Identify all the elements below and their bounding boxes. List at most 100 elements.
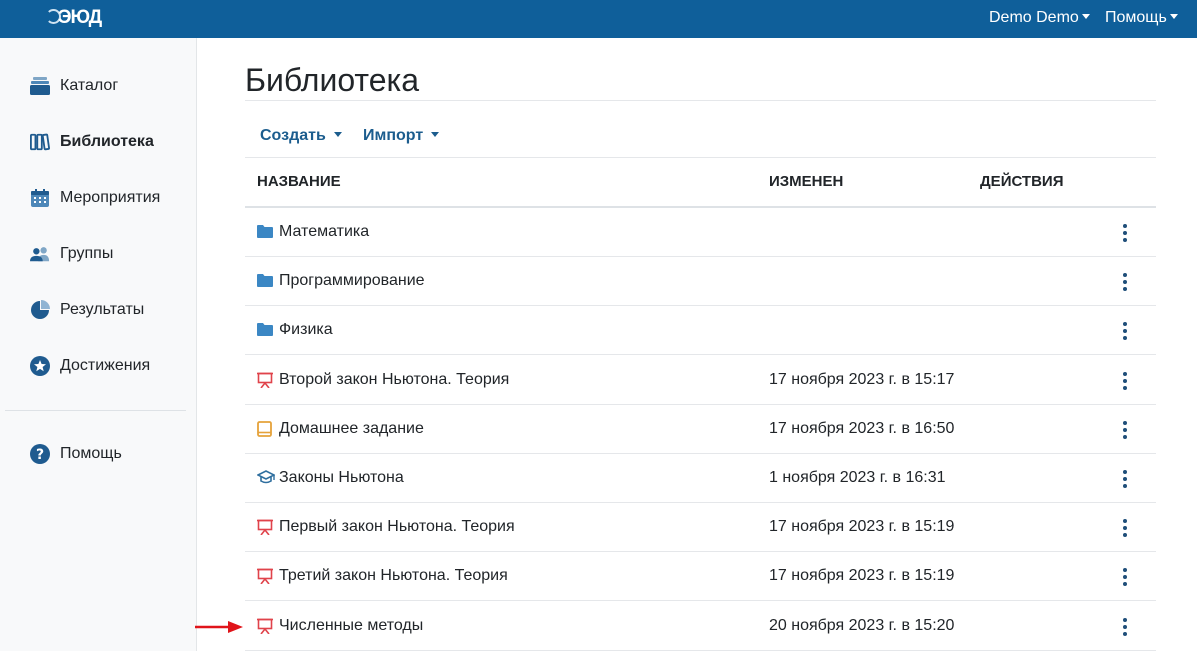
sidebar-item-groups[interactable]: Группы: [30, 242, 113, 266]
svg-text:?: ?: [36, 447, 44, 463]
title-divider: [245, 100, 1156, 101]
item-modified-date: 17 ноября 2023 г. в 16:50: [769, 420, 955, 437]
item-name-link[interactable]: Первый закон Ньютона. Теория: [279, 518, 515, 536]
user-menu-label: Demo Demo: [989, 9, 1079, 26]
kebab-dot-icon: [1123, 470, 1127, 474]
item-name-link[interactable]: Физика: [279, 321, 333, 339]
sidebar-item-library[interactable]: Библиотека: [30, 130, 154, 154]
help-menu-label: Помощь: [1105, 9, 1167, 26]
table-row[interactable]: Второй закон Ньютона. Теория 17 ноября 20…: [245, 356, 1156, 405]
caret-down-icon: [333, 132, 342, 137]
item-name-link[interactable]: Численные методы: [279, 617, 423, 635]
calendar-icon: [30, 188, 50, 208]
item-modified-date: 17 ноября 2023 г. в 15:19: [769, 567, 955, 584]
sidebar-item-results[interactable]: Результаты: [30, 298, 144, 322]
kebab-dot-icon: [1123, 533, 1127, 537]
sidebar-item-label: Каталог: [60, 77, 119, 94]
kebab-dot-icon: [1123, 224, 1127, 228]
kebab-dot-icon: [1123, 575, 1127, 579]
kebab-dot-icon: [1123, 568, 1127, 572]
sidebar-item-label: Группы: [60, 245, 114, 262]
table-row[interactable]: Программирование: [245, 257, 1156, 306]
item-name-link[interactable]: Законы Ньютона: [279, 469, 404, 487]
item-name-link[interactable]: Домашнее задание: [279, 420, 424, 438]
annotation-arrow-icon: [195, 621, 243, 633]
table-row[interactable]: Численные методы 20 ноября 2023 г. в 15:2…: [245, 602, 1156, 651]
page-title: Библиотека: [245, 62, 419, 98]
row-actions-button[interactable]: [1115, 517, 1135, 539]
item-name-link[interactable]: Математика: [279, 223, 369, 241]
item-modified-date: 17 ноября 2023 г. в 15:17: [769, 371, 955, 388]
kebab-dot-icon: [1123, 632, 1127, 636]
sidebar-item-events[interactable]: Мероприятия: [30, 186, 160, 210]
kebab-dot-icon: [1123, 379, 1127, 383]
item-modified-date: 17 ноября 2023 г. в 15:19: [769, 518, 955, 535]
import-button-label: Импорт: [363, 127, 424, 144]
table-row[interactable]: Домашнее задание 17 ноября 2023 г. в 16:5…: [245, 405, 1156, 454]
table-row[interactable]: Законы Ньютона 1 ноября 2023 г. в 16:31: [245, 454, 1156, 503]
sidebar-item-help[interactable]: ? Помощь: [30, 442, 122, 466]
kebab-dot-icon: [1123, 280, 1127, 284]
sidebar-item-catalog[interactable]: Каталог: [30, 74, 118, 98]
row-actions-button[interactable]: [1115, 370, 1135, 392]
folder-icon: [257, 224, 273, 240]
row-actions-button[interactable]: [1115, 616, 1135, 638]
toolbar-divider: [245, 157, 1156, 158]
folder-icon: [257, 322, 273, 338]
kebab-dot-icon: [1123, 526, 1127, 530]
kebab-dot-icon: [1123, 372, 1127, 376]
sidebar-item-label: Библиотека: [60, 133, 154, 150]
library-icon: [30, 132, 50, 152]
table-row[interactable]: Физика: [245, 306, 1156, 355]
sidebar-divider: [5, 410, 186, 411]
item-modified-date: 1 ноября 2023 г. в 16:31: [769, 469, 946, 486]
create-button[interactable]: Создать: [260, 127, 342, 145]
table-row[interactable]: Первый закон Ньютона. Теория 17 ноября 20…: [245, 503, 1156, 552]
kebab-dot-icon: [1123, 582, 1127, 586]
star-badge-icon: [30, 356, 50, 376]
kebab-dot-icon: [1123, 428, 1127, 432]
presentation-icon: [257, 568, 273, 585]
sidebar-item-label: Достижения: [60, 357, 151, 374]
presentation-icon: [257, 618, 273, 635]
caret-down-icon: [1169, 14, 1178, 19]
kebab-dot-icon: [1123, 322, 1127, 326]
presentation-icon: [257, 372, 273, 389]
help-menu[interactable]: Помощь: [1105, 9, 1178, 27]
item-name-link[interactable]: Второй закон Ньютона. Теория: [279, 371, 509, 389]
book-icon: [257, 421, 273, 437]
sidebar-item-achievements[interactable]: Достижения: [30, 354, 150, 378]
caret-down-icon: [1081, 14, 1090, 19]
table-row[interactable]: Математика: [245, 208, 1156, 257]
item-name-link[interactable]: Третий закон Ньютона. Теория: [279, 567, 508, 585]
item-name-link[interactable]: Программирование: [279, 272, 425, 290]
kebab-dot-icon: [1123, 435, 1127, 439]
kebab-dot-icon: [1123, 273, 1127, 277]
presentation-icon: [257, 519, 273, 536]
logo-text: ЭЮД: [58, 7, 102, 28]
sidebar-item-label: Помощь: [60, 445, 122, 462]
graduation-cap-icon: [256, 470, 276, 486]
column-header-modified[interactable]: ИЗМЕНЕН: [769, 173, 843, 190]
row-actions-button[interactable]: [1115, 468, 1135, 490]
column-header-name[interactable]: НАЗВАНИЕ: [257, 173, 341, 190]
app-logo[interactable]: ЭЮД: [46, 7, 102, 29]
kebab-dot-icon: [1123, 421, 1127, 425]
row-actions-button[interactable]: [1115, 419, 1135, 441]
column-header-actions: ДЕЙСТВИЯ: [980, 173, 1064, 190]
user-menu[interactable]: Demo Demo: [989, 9, 1090, 27]
item-modified-date: 20 ноября 2023 г. в 15:20: [769, 617, 955, 634]
question-circle-icon: ?: [30, 444, 50, 464]
pie-chart-icon: [30, 300, 50, 320]
import-button[interactable]: Импорт: [363, 127, 440, 145]
row-actions-button[interactable]: [1115, 222, 1135, 244]
row-actions-button[interactable]: [1115, 566, 1135, 588]
create-button-label: Создать: [260, 127, 326, 144]
sidebar-item-label: Мероприятия: [60, 189, 161, 206]
table-row[interactable]: Третий закон Ньютона. Теория 17 ноября 20…: [245, 552, 1156, 601]
row-actions-button[interactable]: [1115, 320, 1135, 342]
kebab-dot-icon: [1123, 618, 1127, 622]
top-navbar: ЭЮД Demo Demo Помощь: [0, 0, 1197, 38]
kebab-dot-icon: [1123, 477, 1127, 481]
row-actions-button[interactable]: [1115, 271, 1135, 293]
